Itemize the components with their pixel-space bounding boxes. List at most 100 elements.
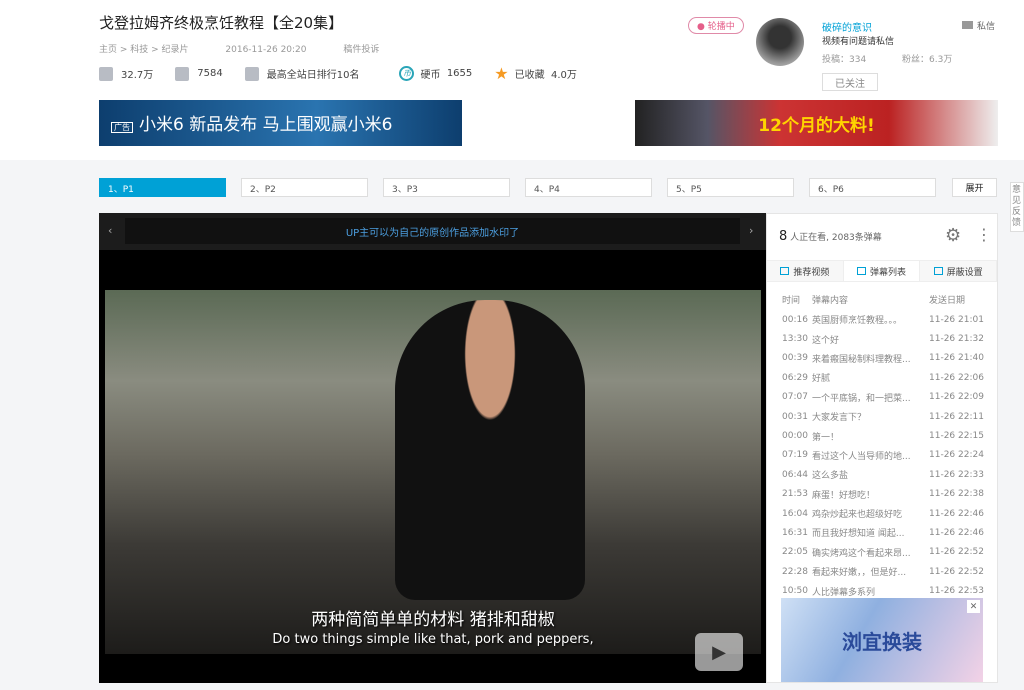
column-date[interactable]: 发送日期 [929, 293, 992, 306]
feedback-button[interactable]: 意见反馈 [1010, 182, 1024, 232]
favorite-count: 4.0万 [550, 70, 577, 81]
danmaku-count: 7584 [197, 68, 223, 79]
ad-banner-left[interactable]: 广告 小米6 新品发布 马上围观赢小米6 [99, 100, 462, 146]
tab-label: 屏蔽设置 [946, 267, 983, 278]
danmaku-row[interactable]: 16:04 鸡杂炒起来也超级好吃 11-26 22:46 [782, 504, 992, 523]
uploader-signature: 视频有问题请私信 [822, 37, 895, 47]
danmaku-row[interactable]: 00:00 第一！ 11-26 22:15 [782, 426, 992, 445]
danmaku-time: 00:00 [782, 431, 808, 442]
expand-button[interactable]: 展开 [952, 178, 997, 197]
chevron-left-icon[interactable]: ‹ [108, 224, 112, 237]
danmaku-time: 16:04 [782, 508, 808, 519]
danmaku-content: 人比弹幕多系列 [812, 587, 876, 598]
danmaku-row[interactable]: 16:31 而且我好想知道 闻起... 11-26 22:46 [782, 523, 992, 542]
uploader-name[interactable]: 破碎的意识 [822, 19, 872, 34]
danmaku-content: 而且我好想知道 闻起... [812, 529, 905, 540]
coin-button[interactable]: 币硬币 1655 [399, 66, 472, 81]
part-tab[interactable]: 6、P6 [809, 178, 936, 197]
danmaku-time: 00:31 [782, 411, 808, 422]
avatar[interactable] [756, 18, 804, 66]
video-icon [780, 267, 790, 275]
danmaku-row[interactable]: 21:53 麻蛋！好想吃！ 11-26 22:38 [782, 485, 992, 504]
danmaku-content: 大家发言下？ [812, 413, 867, 424]
danmaku-content: 确实烤鸡这个看起来昂... [812, 548, 911, 559]
danmaku-row[interactable]: 22:28 看起来好嫩，，但是好... 11-26 22:52 [782, 562, 992, 581]
gear-icon[interactable]: ⚙ [945, 225, 961, 246]
danmaku-date: 11-26 21:01 [929, 314, 984, 325]
danmaku-time: 06:44 [782, 469, 808, 480]
danmaku-row[interactable]: 13:30 这个好 11-26 21:32 [782, 329, 992, 348]
coin-icon: 币 [399, 66, 415, 81]
danmaku-date: 11-26 22:33 [929, 469, 984, 480]
tv-play-icon[interactable]: ▶ [695, 633, 743, 671]
danmaku-row[interactable]: 00:16 英国厨师烹饪教程。。。 11-26 21:01 [782, 310, 992, 329]
danmaku-row[interactable]: 06:44 这么多盐 11-26 22:33 [782, 465, 992, 484]
danmaku-content: 一个平底锅，和一把菜... [812, 393, 911, 404]
report-link[interactable]: 稿件投诉 [343, 45, 379, 55]
more-icon[interactable]: ⋮ [976, 225, 992, 244]
breadcrumb: 主页 > 科技 > 纪录片 2016-11-26 20:20 稿件投诉 [99, 42, 379, 55]
danmaku-time: 06:29 [782, 372, 808, 383]
play-count: 32.7万 [121, 70, 154, 81]
part-tab[interactable]: 5、P5 [667, 178, 794, 197]
danmaku-row[interactable]: 07:07 一个平底锅，和一把菜... 11-26 22:09 [782, 388, 992, 407]
danmaku-content: 看过这个人当导师的地... [812, 451, 911, 462]
column-time[interactable]: 时间 [782, 293, 812, 306]
danmaku-row[interactable]: 22:05 确实烤鸡这个看起来昂... 11-26 22:52 [782, 543, 992, 562]
favorite-label: 已收藏 [514, 70, 545, 81]
danmaku-time: 00:39 [782, 353, 808, 364]
danmaku-row[interactable]: 00:31 大家发言下？ 11-26 22:11 [782, 407, 992, 426]
part-tab[interactable]: 4、P4 [525, 178, 652, 197]
danmaku-list: 00:16 英国厨师烹饪教程。。。 11-26 21:01 13:30 这个好 11-26… [782, 310, 992, 601]
live-badge[interactable]: ● 轮播中 [688, 17, 744, 34]
column-content[interactable]: 弹幕内容 [812, 293, 929, 306]
uploader-posts: 投稿：334 [822, 55, 867, 65]
danmaku-date: 11-26 22:46 [929, 527, 984, 538]
tab-recommended[interactable]: 推荐视频 [767, 261, 844, 281]
follow-button[interactable]: 已关注 [822, 73, 878, 91]
subtitle-english: Do two things simple like that, pork and… [272, 632, 594, 647]
tab-block-settings[interactable]: 屏蔽设置 [920, 261, 998, 281]
sidebar-tabs: 推荐视频 弹幕列表 屏蔽设置 [767, 260, 998, 282]
mail-icon [962, 21, 973, 29]
message-button[interactable]: 私信 [962, 19, 995, 32]
video-title: 戈登拉姆齐终极烹饪教程【全20集】 [99, 14, 344, 32]
danmaku-date: 11-26 22:52 [929, 566, 984, 577]
danmaku-date: 11-26 22:11 [929, 411, 984, 422]
danmaku-icon [175, 66, 190, 81]
ad-text: 小米6 新品发布 马上围观赢小米6 [139, 115, 393, 135]
danmaku-header: 时间 弹幕内容 发送日期 [782, 290, 992, 309]
danmaku-content: 英国厨师烹饪教程。。。 [812, 316, 903, 327]
danmaku-content: 这个好 [812, 335, 840, 346]
video-subject [395, 300, 585, 600]
danmaku-row[interactable]: 07:19 看过这个人当导师的地... 11-26 22:24 [782, 446, 992, 465]
ad-banner-right[interactable]: 12个月的大料! [635, 100, 998, 146]
chevron-right-icon[interactable]: › [749, 224, 753, 237]
danmaku-date: 11-26 22:46 [929, 508, 984, 519]
part-tab[interactable]: 3、P3 [383, 178, 510, 197]
close-icon[interactable]: ✕ [967, 600, 980, 613]
ad-text: 12个月的大料! [758, 115, 875, 136]
danmaku-row[interactable]: 00:39 来着瘢国秘制料理教程... 11-26 21:40 [782, 349, 992, 368]
ad-banner-side[interactable]: 浏宜换装 [781, 598, 983, 682]
part-tab[interactable]: 2、P2 [241, 178, 368, 197]
favorite-button[interactable]: ★ 已收藏 4.0万 [494, 64, 577, 83]
danmaku-time: 22:05 [782, 547, 808, 558]
part-tab[interactable]: 1、P1 [99, 178, 226, 197]
danmaku-row[interactable]: 06:29 好腻 11-26 22:06 [782, 368, 992, 387]
danmaku-time: 10:50 [782, 586, 808, 597]
danmaku-content: 这么多盐 [812, 471, 849, 482]
danmaku-content: 麻蛋！好想吃！ [812, 490, 876, 501]
danmaku-time: 22:28 [782, 566, 808, 577]
subtitle-chinese: 两种简简单单的材料 猪排和甜椒 [311, 610, 555, 630]
uploader-fans: 粉丝：6.3万 [902, 55, 953, 65]
tab-label: 推荐视频 [793, 267, 830, 278]
breadcrumb-path[interactable]: 主页 > 科技 > 纪录片 [99, 45, 189, 55]
play-icon [99, 66, 113, 81]
list-icon [857, 267, 866, 275]
danmaku-content: 来着瘢国秘制料理教程... [812, 354, 911, 365]
tab-danmaku-list[interactable]: 弹幕列表 [843, 261, 921, 281]
danmaku-date: 11-26 22:15 [929, 431, 984, 442]
player-notice[interactable]: UP主可以为自己的原创作品添加水印了 [125, 218, 740, 244]
message-label: 私信 [977, 22, 996, 32]
